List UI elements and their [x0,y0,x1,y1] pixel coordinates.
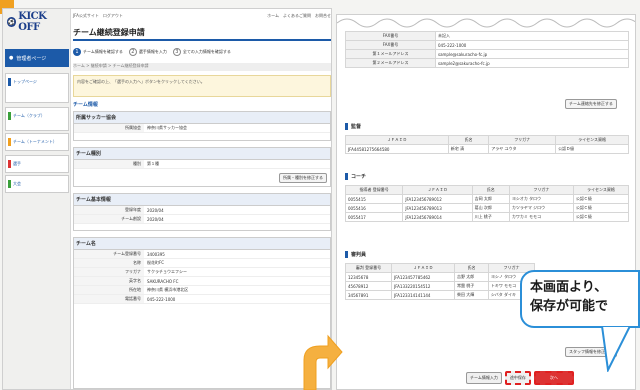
table-row: 0055416 JFA123456789013 葛山 次郎 カツラヤマ ジロウ 公認Ｃ級 [344,203,630,213]
kickoff-logo-icon: ⚽ [7,17,17,27]
staff-heading: 審判員 [345,251,366,258]
transition-arrow-icon [303,334,343,390]
sidebar-item-tournament[interactable]: チーム（トーナメント） [5,133,69,151]
affiliation-section: 所属サッカー協会 所属協会 神奈川県サッカー協会 [73,111,331,141]
notice-box: 内容をご確認の上、「選手の入力へ」ボタンをクリックしてください。 [73,75,331,97]
callout-text: 本画面より、 保存が可能で [530,280,609,314]
coach-heading: コーチ [345,173,366,180]
person-icon: ● [9,55,14,61]
affiliation-heading: 所属サッカー協会 [74,112,330,124]
next-button[interactable]: 次へ [533,371,574,385]
table-row: JFA44581275664580 新宅 清アラヤ ユウタ 公認Ｄ級 [345,144,629,154]
sidebar-item-top[interactable]: トップページ [5,73,69,103]
step-indicator: 1 チーム情報を確認する 2 選手情報を入力 3 全ての入力情報を確認する [73,45,331,59]
home-link[interactable]: ホーム [267,13,279,18]
category-value: 第１種 [147,161,159,166]
edit-contact-button[interactable]: チーム連絡先を修正する [565,99,617,109]
table-row: 0055415 JFA123456789012 吉岡 太郎 ヨシオカ タロウ 公認Ｃ級 [344,194,630,204]
bottom-action-bar: チーム情報入力 途中保存 次へ [466,370,636,386]
manager-page-label: 管理者ページ [16,55,47,62]
main-content: JFA公式サイト ログアウト ホーム よくあるご質問 お問合せ チーム継続登録申… [73,9,331,389]
team-name-section: チーム名 チーム登録番号 3400395 名称 桜花町FC フリガナ サクラチョウエフ… [73,237,331,389]
edit-category-button[interactable]: 所属・種別を修正する [279,173,327,183]
coach-table: 指導者 登録番号 ＪＦＡＩＤ 氏名 フリガナ ライセンス資格 0055415 JFA123… [344,185,630,222]
manager-page-button[interactable]: ● 管理者ページ [5,49,69,67]
category-heading: チーム種別 [74,148,330,160]
step-3: 3 全ての入力情報を確認する [172,48,231,56]
page-title: チーム継続登録申請 [73,27,331,41]
table-row: 0055417 JFA123456789014 川上 桃子 カワカミ モモコ 公認Ｃ級 [344,212,630,222]
team-info-input-button[interactable]: チーム情報入力 [466,372,502,384]
staff-table: 審判 登録番号 ＪＦＡＩＤ 氏名 フリガナ 12345678 JFA1234577854… [344,263,536,300]
sidebar-item-tournaments[interactable]: 大会 [5,175,69,193]
representative-table: ＪＦＡＩＤ 氏名 フリガナ ライセンス資格 JFA44581275664580 新宅 清… [345,135,629,154]
torn-edge [337,18,635,28]
affiliation-value: 神奈川県サッカー協会 [147,125,187,130]
callout-pointer [600,326,632,372]
right-screen: FAX番号 未記入 FAX番号 045-222-1000 第１メールアドレス samp… [336,14,636,390]
sidebar-item-label: トップページ [13,79,37,84]
team-name-heading: チーム名 [74,238,330,250]
logo[interactable]: ⚽ KICK OFF [7,11,67,33]
category-section: チーム種別 種別 第１種 所属・種別を修正する [73,147,331,187]
team-info-heading: チーム情報 [73,102,98,108]
sidebar-item-players[interactable]: 選手 [5,155,69,173]
basic-info-heading: チーム基本情報 [74,194,330,206]
contact-table: FAX番号 未記入 FAX番号 045-222-1000 第１メールアドレス samp… [345,31,629,68]
step-2: 2 選手情報を入力 [128,48,167,56]
table-row: 12345678 JFA123457785462 吉野 太郎 ヨシノ タロウ [344,272,536,282]
contact-link[interactable]: お問合せ [315,13,331,18]
sidebar: ⚽ KICK OFF ● 管理者ページ トップページ チーム（クラブ） チーム（… [3,9,71,389]
step-1: 1 チーム情報を確認する [73,48,123,56]
breadcrumb: ホーム > 継続申請 > チーム継続登録申請 [73,63,331,71]
top-links: JFA公式サイト ログアウト ホーム よくあるご質問 お問合せ [73,13,331,21]
sidebar-item-label: チーム（トーナメント） [13,139,57,144]
save-callout: 本画面より、 保存が可能で [520,270,640,328]
sidebar-item-club[interactable]: チーム（クラブ） [5,107,69,131]
sidebar-item-label: チーム（クラブ） [13,113,45,118]
faq-link[interactable]: よくあるご質問 [283,13,311,18]
table-row: 45678912 JFA133220154512 常盤 桃子 トキワ モモコ [344,281,536,291]
left-screen: ⚽ KICK OFF ● 管理者ページ トップページ チーム（クラブ） チーム（… [2,8,332,390]
table-row: 34567891 JFA123314141144 柴田 大輝 シバタ ダイキ [344,290,536,300]
representative-heading: 監督 [345,123,361,130]
temporary-save-button[interactable]: 途中保存 [504,371,531,385]
jfa-link[interactable]: JFA公式サイト [73,13,99,18]
logo-text: KICK OFF [18,11,47,33]
sidebar-item-label: 大会 [13,181,21,186]
sidebar-item-label: 選手 [13,161,21,166]
logout-link[interactable]: ログアウト [103,13,123,18]
basic-info-section: チーム基本情報 登録年度 2020/04 チーム創設 2020/04 [73,193,331,231]
